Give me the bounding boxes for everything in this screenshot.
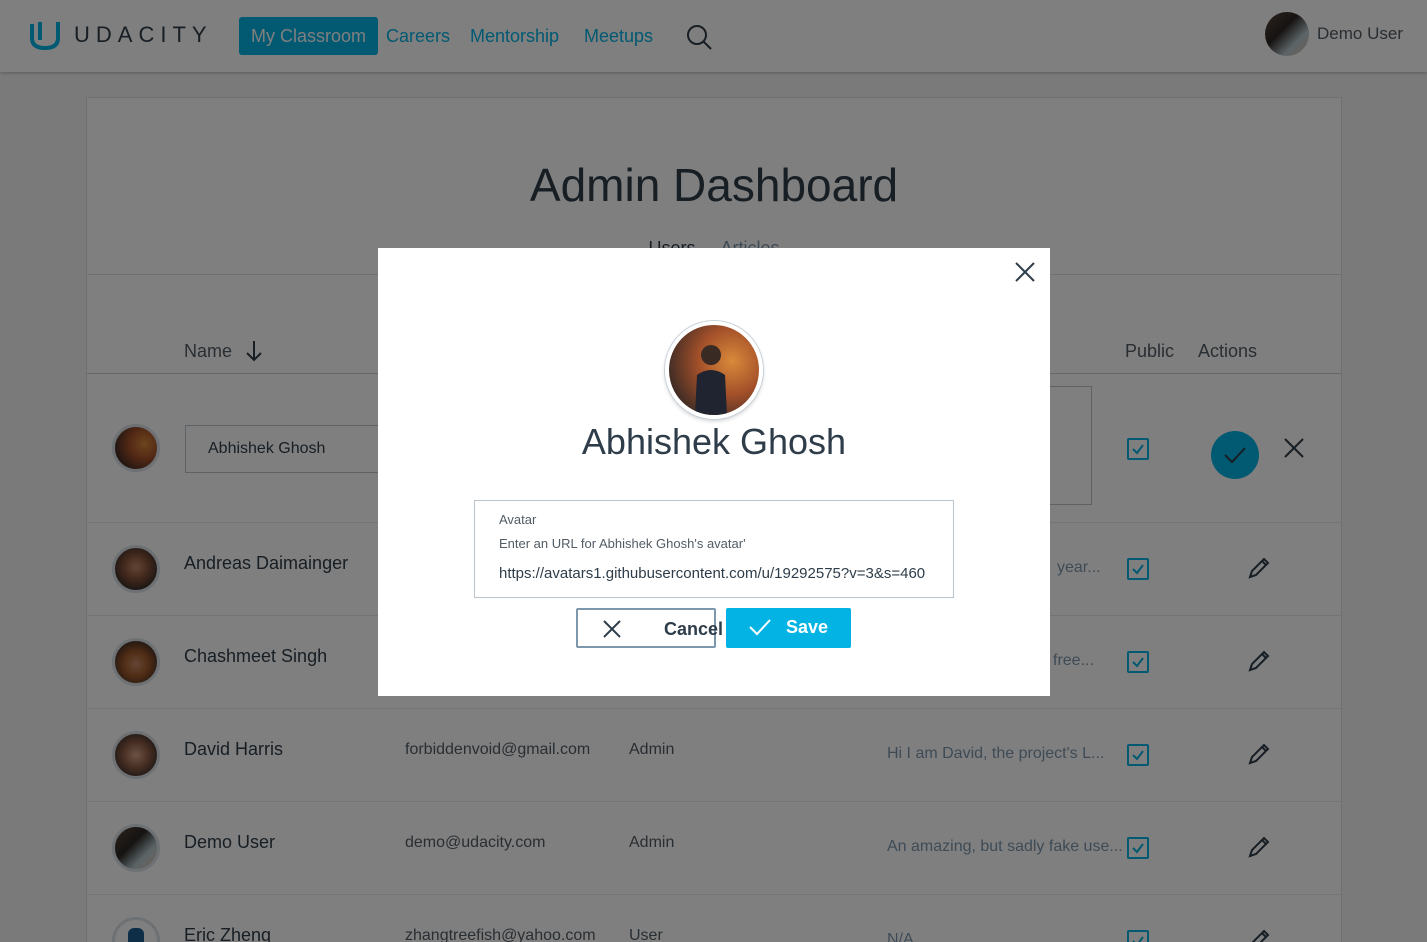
avatar-url-input[interactable]: https://avatars1.githubusercontent.com/u… <box>499 565 925 582</box>
avatar-url-field[interactable]: Avatar Enter an URL for Abhishek Ghosh's… <box>474 500 954 598</box>
modal-user-name: Abhishek Ghosh <box>581 421 847 462</box>
cancel-button-label: Cancel <box>664 619 724 639</box>
close-icon[interactable] <box>1014 261 1036 283</box>
save-button[interactable]: Save <box>726 608 851 648</box>
avatar-edit-modal: Abhishek Ghosh Avatar Enter an URL for A… <box>378 248 1050 696</box>
person-photo <box>695 345 727 415</box>
close-icon <box>603 620 621 638</box>
field-label: Avatar <box>499 512 537 527</box>
save-button-label: Save <box>786 617 829 637</box>
modal-user-avatar <box>665 321 763 419</box>
check-icon <box>749 619 771 636</box>
cancel-button[interactable]: Cancel <box>576 608 723 648</box>
field-hint: Enter an URL for Abhishek Ghosh's avatar… <box>499 536 746 551</box>
